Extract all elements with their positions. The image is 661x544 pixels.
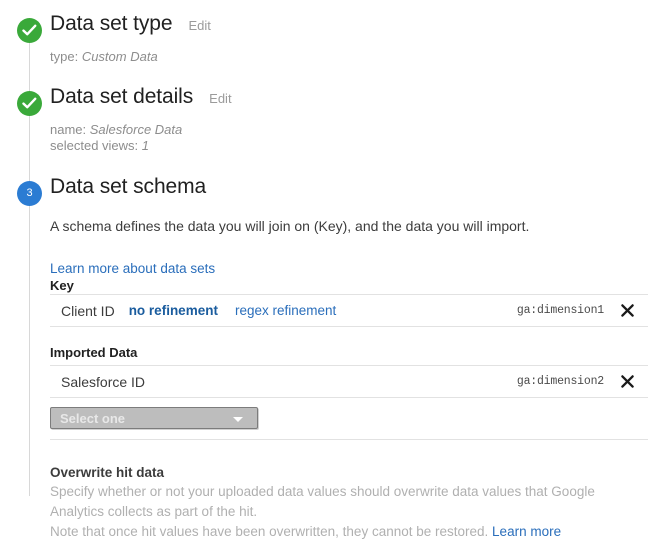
data-import-wizard: Data set type Edit type: Custom Data Dat…	[0, 0, 661, 544]
overwrite-hit-data-note: Note that once hit values have been over…	[50, 522, 642, 542]
overwrite-hit-data-title: Overwrite hit data	[50, 465, 165, 480]
summary-line: type: Custom Data	[50, 49, 158, 65]
close-icon[interactable]	[619, 303, 635, 319]
divider	[50, 439, 648, 440]
summary-label: name:	[50, 122, 87, 137]
no-refinement-link[interactable]: no refinement	[129, 303, 218, 318]
key-schema-row: Client ID no refinement regex refinement…	[50, 295, 648, 326]
add-imported-field-area: Select one	[50, 407, 648, 429]
regex-refinement-link[interactable]: regex refinement	[235, 303, 336, 318]
step-3-title: Data set schema	[50, 175, 207, 198]
step-1-edit-link[interactable]: Edit	[188, 18, 210, 33]
key-row-dimension: ga:dimension1	[516, 304, 604, 317]
step-2-summary: name: Salesforce Data selected views: 1	[50, 122, 182, 154]
imported-schema-row: Salesforce ID ga:dimension2	[50, 366, 648, 397]
overwrite-hit-data-paragraph: Specify whether or not your uploaded dat…	[50, 484, 595, 519]
chevron-down-icon	[233, 417, 243, 422]
step-1-title: Data set type	[50, 12, 173, 35]
imported-data-section-label: Imported Data	[50, 345, 138, 360]
overwrite-note-text: Note that once hit values have been over…	[50, 524, 489, 539]
close-icon[interactable]	[619, 374, 635, 390]
step-3-header: Data set schema	[50, 175, 206, 199]
summary-label: type:	[50, 49, 79, 64]
key-row-name: Client ID	[61, 302, 115, 319]
step-1-complete-check-icon	[17, 18, 42, 43]
step-1-summary: type: Custom Data	[50, 49, 158, 65]
learn-more-data-sets-link[interactable]: Learn more about data sets	[50, 261, 648, 276]
schema-panel: A schema defines the data you will join …	[50, 217, 648, 542]
step-3-number-badge: 3	[17, 181, 42, 206]
summary-line: name: Salesforce Data	[50, 122, 182, 138]
select-one-dropdown[interactable]: Select one	[50, 407, 258, 429]
overwrite-hit-data-section: Overwrite hit data Specify whether or no…	[50, 463, 648, 542]
summary-value: 1	[141, 138, 150, 153]
divider	[50, 326, 648, 327]
step-2-edit-link[interactable]: Edit	[209, 91, 231, 106]
imported-row-name: Salesforce ID	[61, 373, 146, 390]
summary-label: selected views:	[50, 138, 139, 153]
summary-value: Salesforce Data	[89, 122, 183, 137]
summary-value: Custom Data	[81, 49, 158, 64]
schema-description: A schema defines the data you will join …	[50, 218, 530, 234]
step-2-header: Data set details Edit	[50, 85, 232, 109]
imported-row-dimension: ga:dimension2	[516, 375, 604, 388]
step-1-header: Data set type Edit	[50, 12, 211, 36]
select-one-dropdown-label: Select one	[60, 410, 126, 426]
learn-more-link[interactable]: Learn more	[492, 524, 561, 539]
key-section-label: Key	[50, 278, 74, 293]
divider	[50, 397, 648, 398]
step-2-title: Data set details	[50, 85, 194, 108]
step-2-complete-check-icon	[17, 91, 42, 116]
summary-line: selected views: 1	[50, 138, 182, 154]
